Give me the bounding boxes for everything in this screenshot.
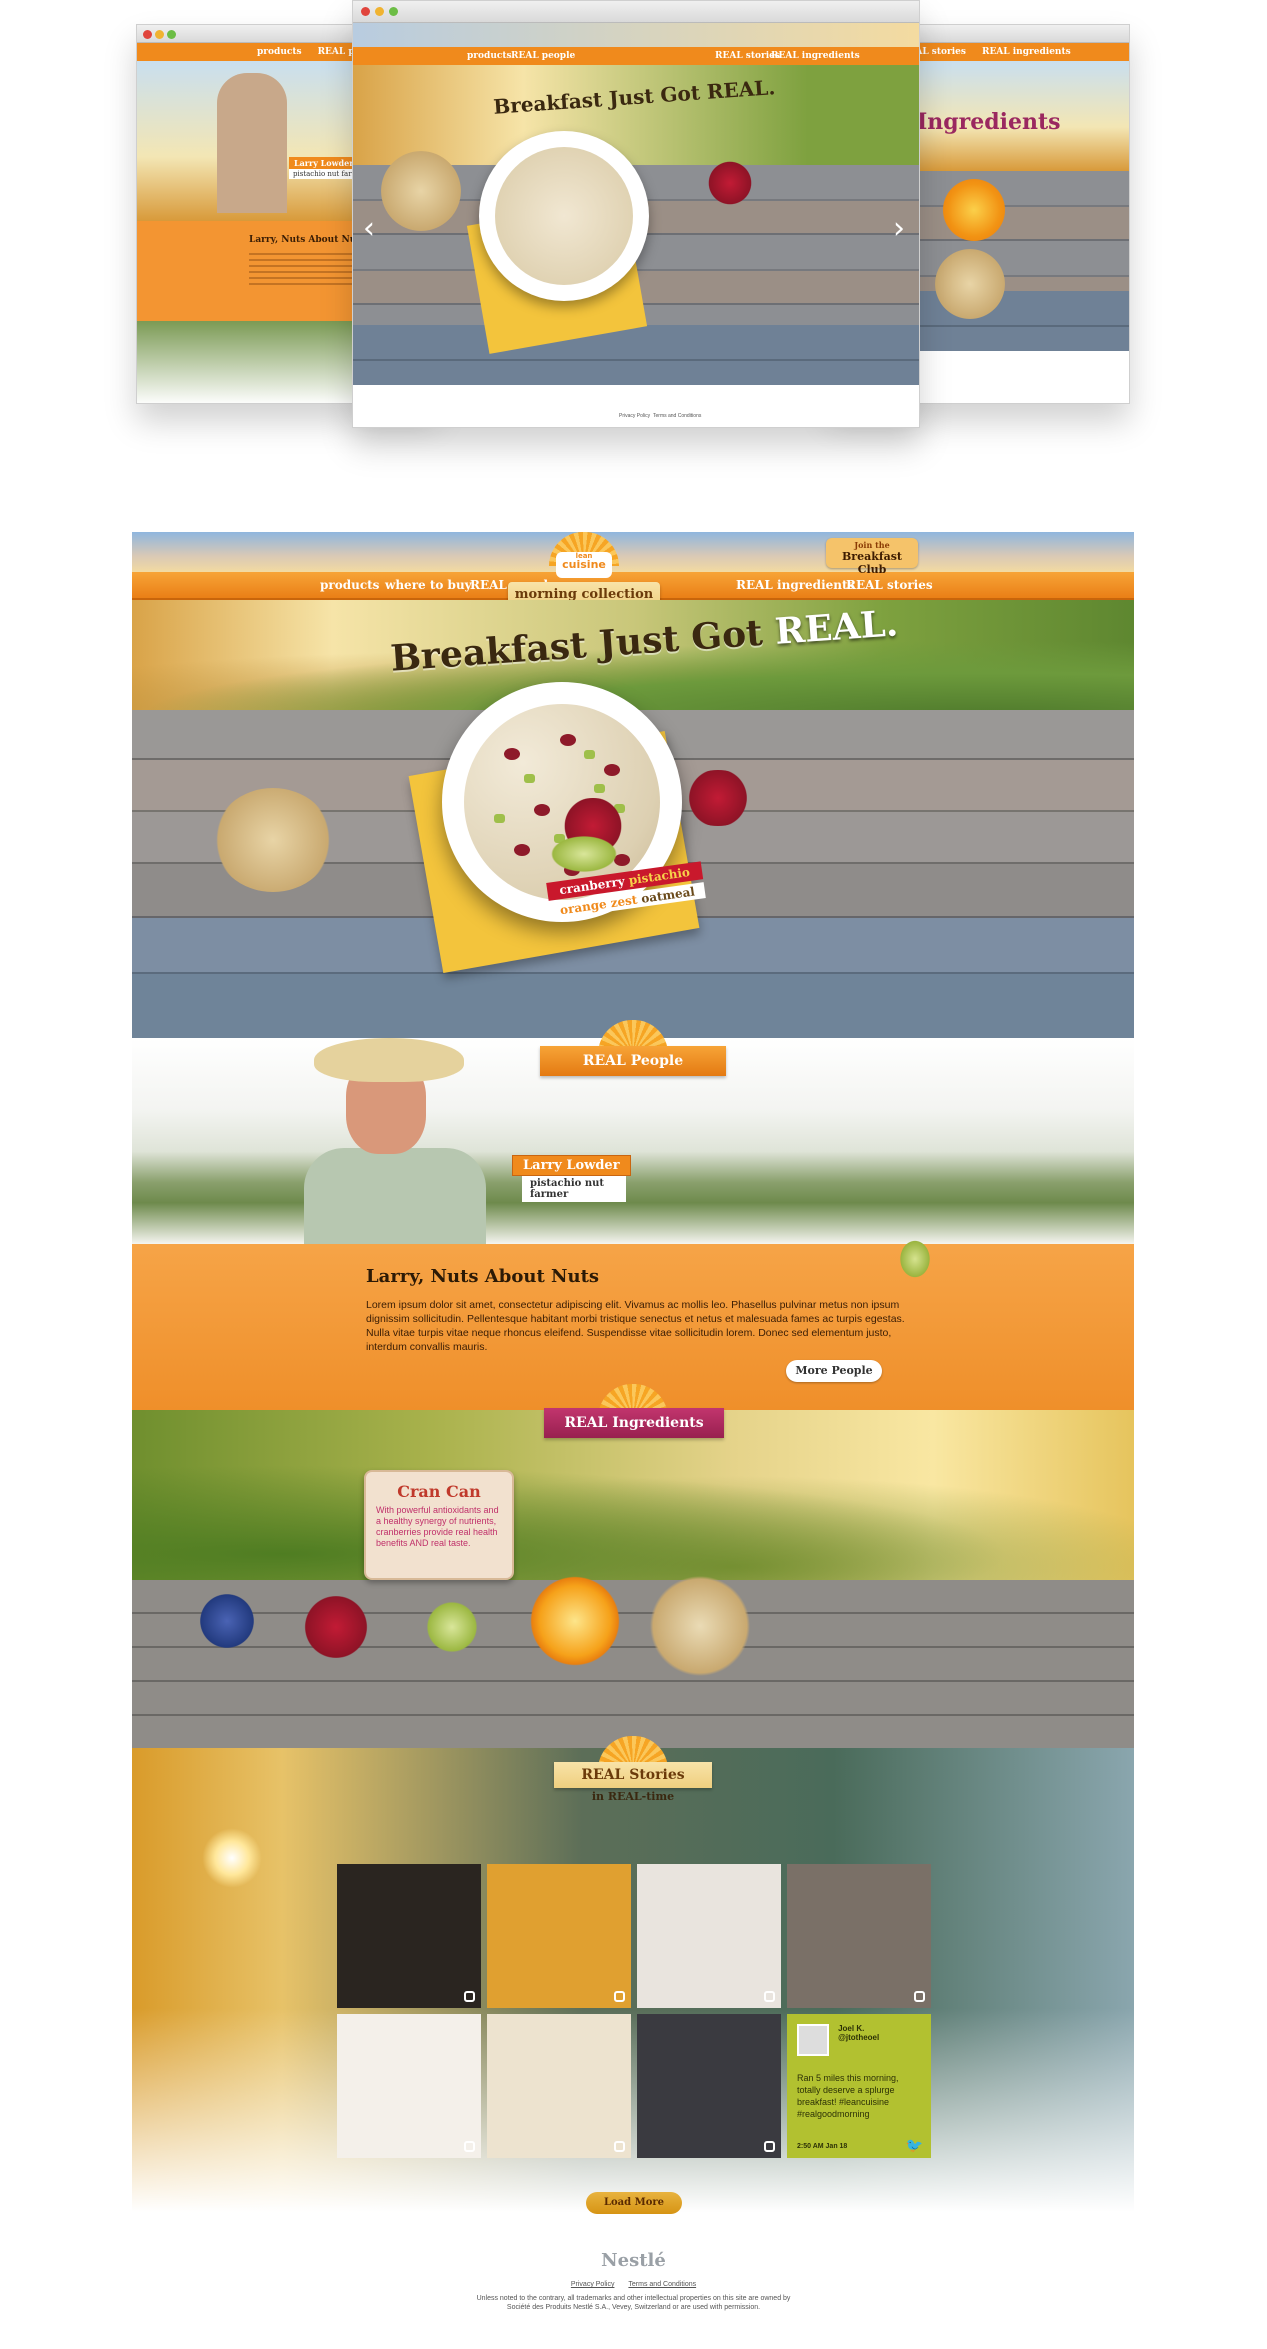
story-title: Larry, Nuts About Nuts bbox=[366, 1266, 600, 1287]
instagram-icon bbox=[464, 2141, 475, 2152]
footer: Nestlé Privacy Policy Terms and Conditio… bbox=[0, 2250, 1267, 2340]
preview-center-sky bbox=[353, 23, 919, 47]
real-people-ribbon: REAL People bbox=[540, 1046, 726, 1076]
pistachios-icon bbox=[544, 832, 624, 876]
cranberries-icon bbox=[703, 161, 757, 205]
nav-link[interactable]: products bbox=[467, 51, 512, 61]
nav-products[interactable]: products bbox=[320, 578, 379, 592]
stories-grid: Joel K. @jtotheoel Ran 5 miles this morn… bbox=[337, 1864, 933, 2160]
oats-icon[interactable] bbox=[640, 1576, 760, 1676]
story-tile-oatmeal[interactable] bbox=[487, 2014, 631, 2158]
copyright-text: Unless noted to the contrary, all tradem… bbox=[476, 2295, 791, 2311]
twitter-icon: 🐦 bbox=[905, 2138, 923, 2154]
nav-link[interactable]: products bbox=[257, 47, 302, 57]
preview-footer-link[interactable]: Terms and Conditions bbox=[653, 413, 701, 419]
farmer-photo bbox=[304, 1038, 486, 1244]
story-tile-coffee[interactable] bbox=[337, 1864, 481, 2008]
orange-icon bbox=[943, 179, 1005, 241]
story-tile-box[interactable] bbox=[337, 2014, 481, 2158]
club-label: Breakfast Club bbox=[842, 550, 902, 576]
real-stories-section: REAL Stories in REAL-time Joel K. @jtoth… bbox=[132, 1736, 1134, 2212]
ingredients-table bbox=[132, 1580, 1134, 1748]
preview-mockups: products REAL people Larry Lowder pistac… bbox=[0, 0, 1267, 470]
preview-center-nav: products REAL people REAL stories REAL i… bbox=[353, 47, 919, 65]
privacy-policy-link[interactable]: Privacy Policy bbox=[571, 2281, 615, 2288]
preview-window-center: products REAL people REAL stories REAL i… bbox=[352, 0, 920, 428]
oats-icon bbox=[381, 151, 461, 231]
ingredient-card[interactable]: Cran Can With powerful antioxidants and … bbox=[364, 1470, 514, 1580]
instagram-icon bbox=[464, 1991, 475, 2002]
tweet-author: Joel K. @jtotheoel bbox=[838, 2024, 879, 2042]
brand-name: cuisine bbox=[562, 558, 606, 571]
real-ingredients-section: Cran Can With powerful antioxidants and … bbox=[132, 1410, 1134, 1748]
pistachio-icon bbox=[898, 1238, 932, 1280]
preview-name: Larry Lowder bbox=[289, 157, 359, 169]
instagram-icon bbox=[764, 1991, 775, 2002]
preview-right-heading: Ingredients bbox=[917, 109, 1061, 135]
cranberries-icon-right bbox=[680, 770, 756, 826]
tweet-handle: @jtotheoel bbox=[838, 2033, 880, 2042]
instagram-icon bbox=[614, 1991, 625, 2002]
nav-where-to-buy[interactable]: where to buy bbox=[385, 578, 472, 592]
breakfast-club-button[interactable]: Join the Breakfast Club bbox=[826, 538, 918, 576]
story-tile-plate[interactable] bbox=[637, 2014, 781, 2158]
pistachios-icon[interactable] bbox=[418, 1600, 486, 1654]
real-stories-ribbon: REAL Stories bbox=[554, 1762, 712, 1788]
nav-real-stories[interactable]: REAL stories bbox=[846, 578, 933, 592]
farmer-photo bbox=[217, 73, 287, 213]
instagram-icon bbox=[764, 2141, 775, 2152]
avatar bbox=[797, 2024, 829, 2056]
nav-real-ingredients[interactable]: REAL ingredients bbox=[736, 578, 854, 592]
oats-icon bbox=[214, 788, 332, 892]
site-page: products where to buy REAL people REAL i… bbox=[132, 532, 1134, 2214]
club-small-text: Join the bbox=[854, 540, 890, 550]
instagram-icon bbox=[614, 2141, 625, 2152]
preview-bowl bbox=[479, 131, 649, 301]
story-tile-runner[interactable] bbox=[487, 1864, 631, 2008]
tweet-name: Joel K. bbox=[838, 2024, 865, 2033]
sun-glow bbox=[202, 1828, 262, 1888]
orange-icon[interactable] bbox=[530, 1576, 620, 1666]
nav-link[interactable]: REAL ingredients bbox=[982, 47, 1071, 57]
window-chrome bbox=[353, 1, 919, 23]
story-body: Lorem ipsum dolor sit amet, consectetur … bbox=[366, 1299, 905, 1353]
preview-center-land bbox=[353, 65, 919, 165]
preview-prev-arrow[interactable]: ‹ bbox=[363, 211, 375, 246]
preview-footer-link[interactable]: Privacy Policy bbox=[619, 413, 650, 419]
more-people-button[interactable]: More People bbox=[786, 1360, 882, 1382]
nav-link[interactable]: REAL people bbox=[511, 51, 575, 61]
story-tile-woman[interactable] bbox=[637, 1864, 781, 2008]
tweet-time: 2:50 AM Jan 18 bbox=[797, 2143, 848, 2150]
footer-links: Privacy Policy Terms and Conditions bbox=[0, 2281, 1267, 2288]
instagram-icon bbox=[914, 1991, 925, 2002]
load-more-button[interactable]: Load More bbox=[586, 2192, 682, 2214]
farmer-job: pistachio nut farmer bbox=[522, 1176, 626, 1202]
headline-emphasis: REAL. bbox=[773, 602, 900, 653]
preview-next-arrow[interactable]: › bbox=[893, 211, 905, 246]
ingredients-hills bbox=[132, 1450, 1134, 1580]
story-tile-tweet[interactable]: Joel K. @jtotheoel Ran 5 miles this morn… bbox=[787, 2014, 931, 2158]
preview-center-table-blue bbox=[353, 325, 919, 385]
story-tile-sandwich[interactable] bbox=[787, 1864, 931, 2008]
farmer-name: Larry Lowder bbox=[512, 1155, 631, 1176]
nav-link[interactable]: REAL ingredients bbox=[771, 51, 860, 61]
stories-subtitle: in REAL-time bbox=[591, 1790, 675, 1803]
blueberries-icon[interactable] bbox=[196, 1590, 258, 1652]
tweet-text: Ran 5 miles this morning, totally deserv… bbox=[797, 2073, 899, 2119]
preview-story-title: Larry, Nuts About Nuts bbox=[249, 235, 366, 245]
nestle-logo[interactable]: Nestlé bbox=[0, 2250, 1267, 2271]
brand-badge: lean cuisine bbox=[556, 552, 612, 578]
real-ingredients-ribbon: REAL Ingredients bbox=[544, 1408, 724, 1438]
ingredient-card-title: Cran Can bbox=[397, 1482, 481, 1501]
terms-link[interactable]: Terms and Conditions bbox=[628, 2281, 696, 2288]
ingredient-card-body: With powerful antioxidants and a healthy… bbox=[376, 1505, 499, 1548]
cranberries-icon[interactable] bbox=[296, 1596, 376, 1658]
oats-icon bbox=[935, 249, 1005, 319]
preview-center-footer: Privacy Policy Terms and Conditions bbox=[353, 385, 919, 427]
farmer-nametag: Larry Lowder pistachio nut farmer bbox=[512, 1154, 631, 1202]
